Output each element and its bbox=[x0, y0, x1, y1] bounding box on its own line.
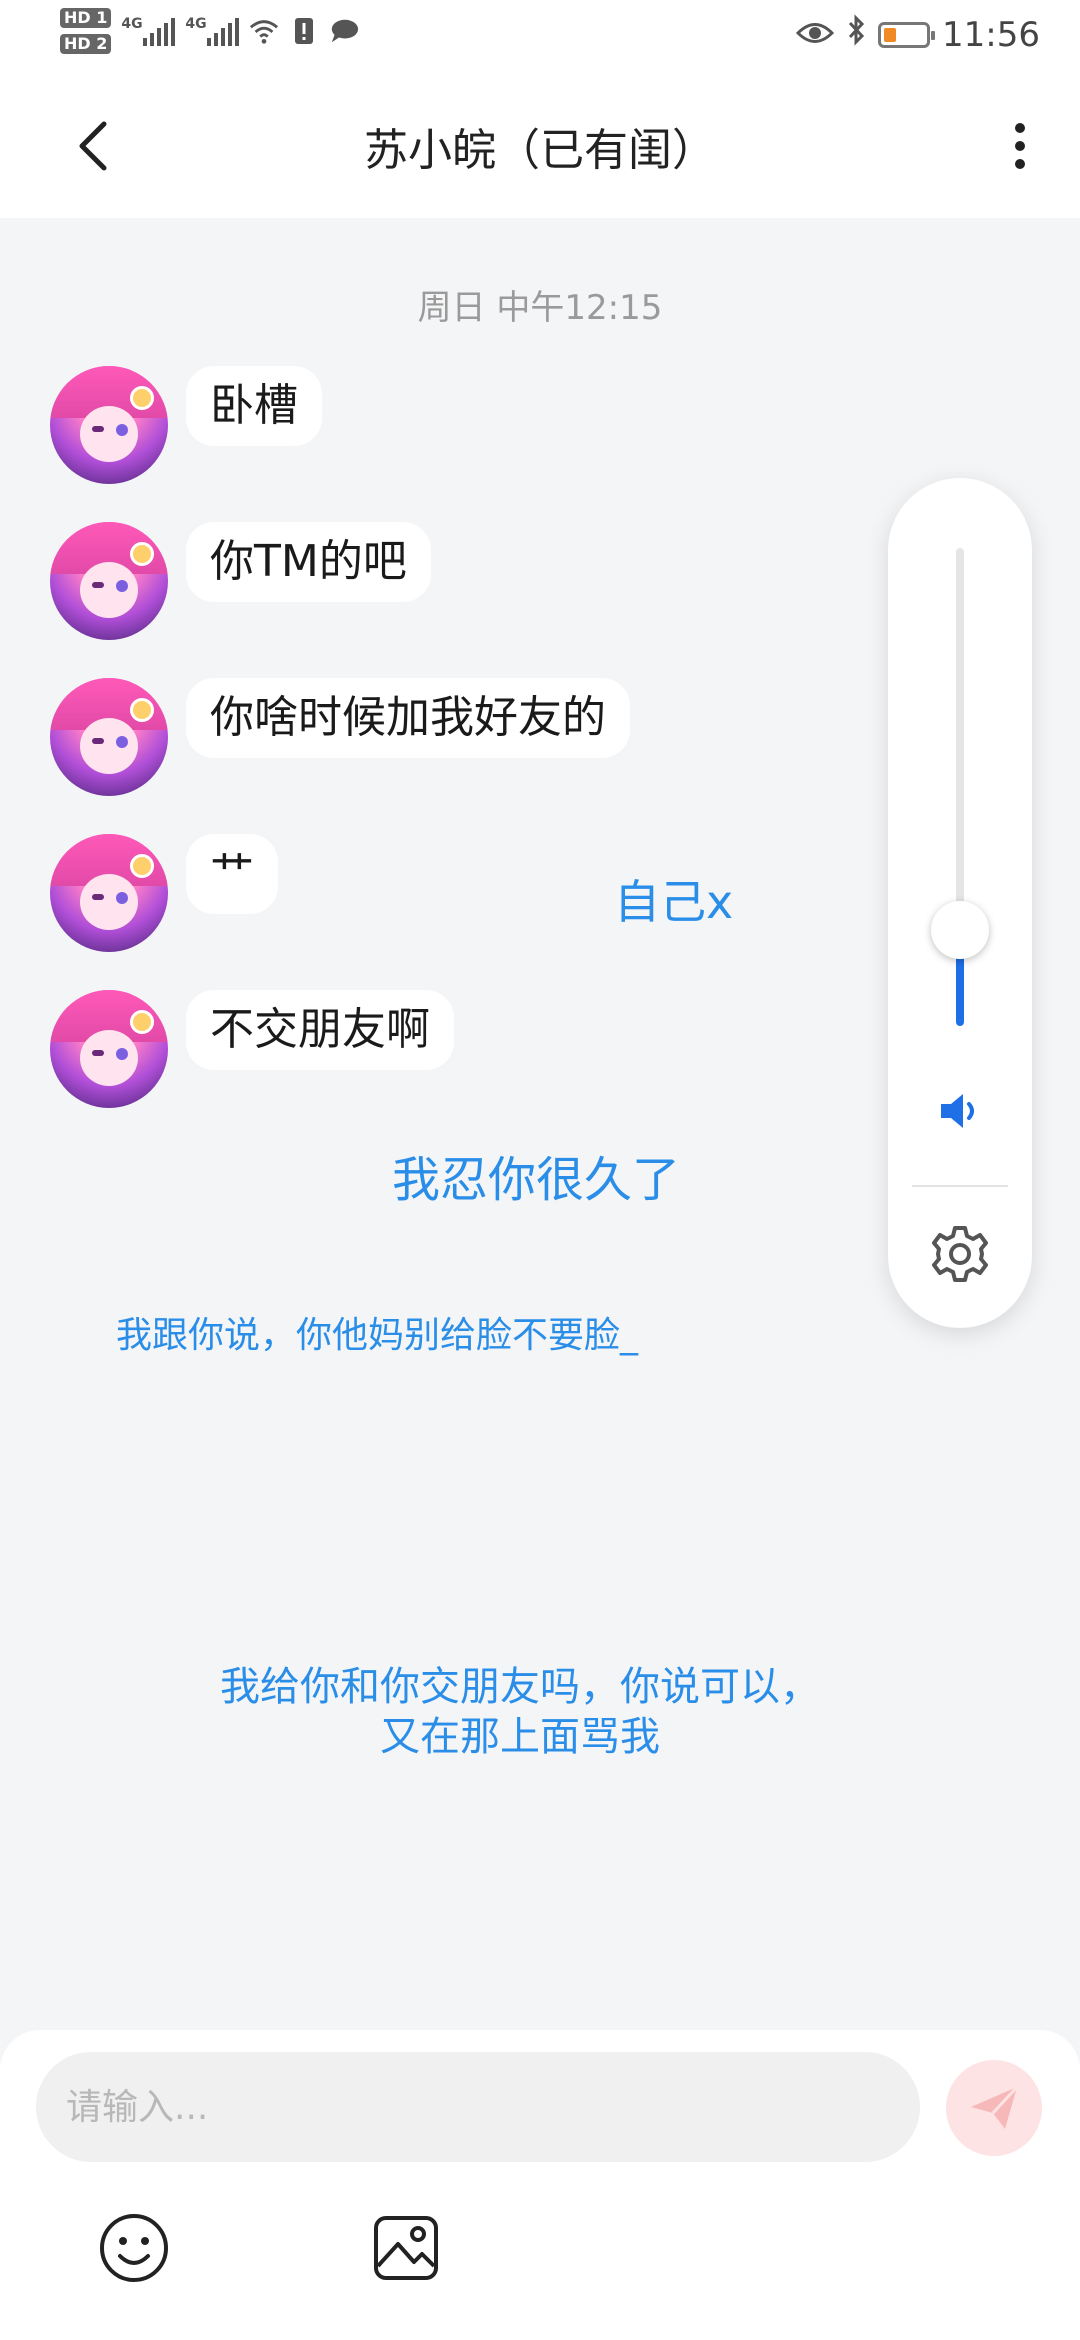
eye-icon bbox=[795, 15, 835, 55]
divider bbox=[912, 1185, 1008, 1187]
message-bubble[interactable]: 你TM的吧 bbox=[186, 522, 431, 602]
overlay-text: 又在那上面骂我 bbox=[380, 1714, 660, 1760]
send-button[interactable] bbox=[946, 2060, 1042, 2156]
clock: 11:56 bbox=[942, 14, 1040, 55]
more-options-button[interactable] bbox=[1000, 116, 1040, 176]
gear-icon[interactable] bbox=[928, 1222, 992, 1286]
message-row: 卧槽 bbox=[50, 366, 322, 484]
alert-icon bbox=[289, 16, 319, 46]
overlay-text: 我忍你很久了 bbox=[392, 1152, 681, 1208]
avatar[interactable] bbox=[50, 522, 168, 640]
message-row: 你TM的吧 bbox=[50, 522, 431, 640]
message-bubble[interactable]: 卧槽 bbox=[186, 366, 322, 446]
avatar[interactable] bbox=[50, 366, 168, 484]
avatar[interactable] bbox=[50, 990, 168, 1108]
network-type-label: 4G bbox=[121, 16, 143, 32]
message-bubble[interactable]: 艹 bbox=[186, 834, 278, 914]
message-row: 不交朋友啊 bbox=[50, 990, 454, 1108]
more-dot-icon bbox=[1015, 141, 1025, 151]
input-area bbox=[0, 2030, 1080, 2340]
overlay-text: 自己x bbox=[614, 875, 734, 929]
emoji-icon bbox=[100, 2214, 168, 2282]
chat-timestamp: 周日 中午12:15 bbox=[417, 288, 663, 328]
speaker-icon[interactable] bbox=[935, 1086, 985, 1136]
avatar[interactable] bbox=[50, 834, 168, 952]
status-bar: HD 1 HD 2 4G 4G 11:56 bbox=[0, 0, 1080, 76]
battery-fill bbox=[884, 27, 897, 42]
volume-panel bbox=[888, 478, 1032, 1328]
bluetooth-icon bbox=[846, 14, 866, 55]
message-row: 你啥时候加我好友的 bbox=[50, 678, 630, 796]
image-button[interactable] bbox=[370, 2212, 442, 2284]
message-row: 艹 bbox=[50, 834, 278, 952]
send-icon bbox=[971, 2085, 1019, 2129]
signal-icon-2: 4G bbox=[185, 16, 240, 46]
volume-slider-handle[interactable] bbox=[931, 901, 989, 960]
page-title: 苏小皖（已有闺） bbox=[364, 125, 716, 176]
more-dot-icon bbox=[1015, 159, 1025, 169]
message-bubble[interactable]: 不交朋友啊 bbox=[186, 990, 454, 1070]
title-bar: 苏小皖（已有闺） bbox=[0, 76, 1080, 218]
sim2-badge: HD 2 bbox=[60, 34, 112, 54]
avatar[interactable] bbox=[50, 678, 168, 796]
image-icon bbox=[374, 2216, 438, 2280]
more-dot-icon bbox=[1015, 123, 1025, 133]
message-icon bbox=[329, 16, 359, 46]
signal-icon: 4G bbox=[121, 16, 176, 46]
message-bubble[interactable]: 你啥时候加我好友的 bbox=[186, 678, 630, 758]
battery-icon bbox=[878, 21, 936, 48]
emoji-button[interactable] bbox=[98, 2212, 170, 2284]
wifi-icon bbox=[249, 16, 279, 46]
network-type-label-2: 4G bbox=[185, 16, 207, 32]
message-input[interactable] bbox=[36, 2052, 920, 2162]
sim1-badge: HD 1 bbox=[60, 8, 112, 28]
overlay-text: 我跟你说，你他妈别给脸不要脸_ bbox=[116, 1315, 639, 1356]
